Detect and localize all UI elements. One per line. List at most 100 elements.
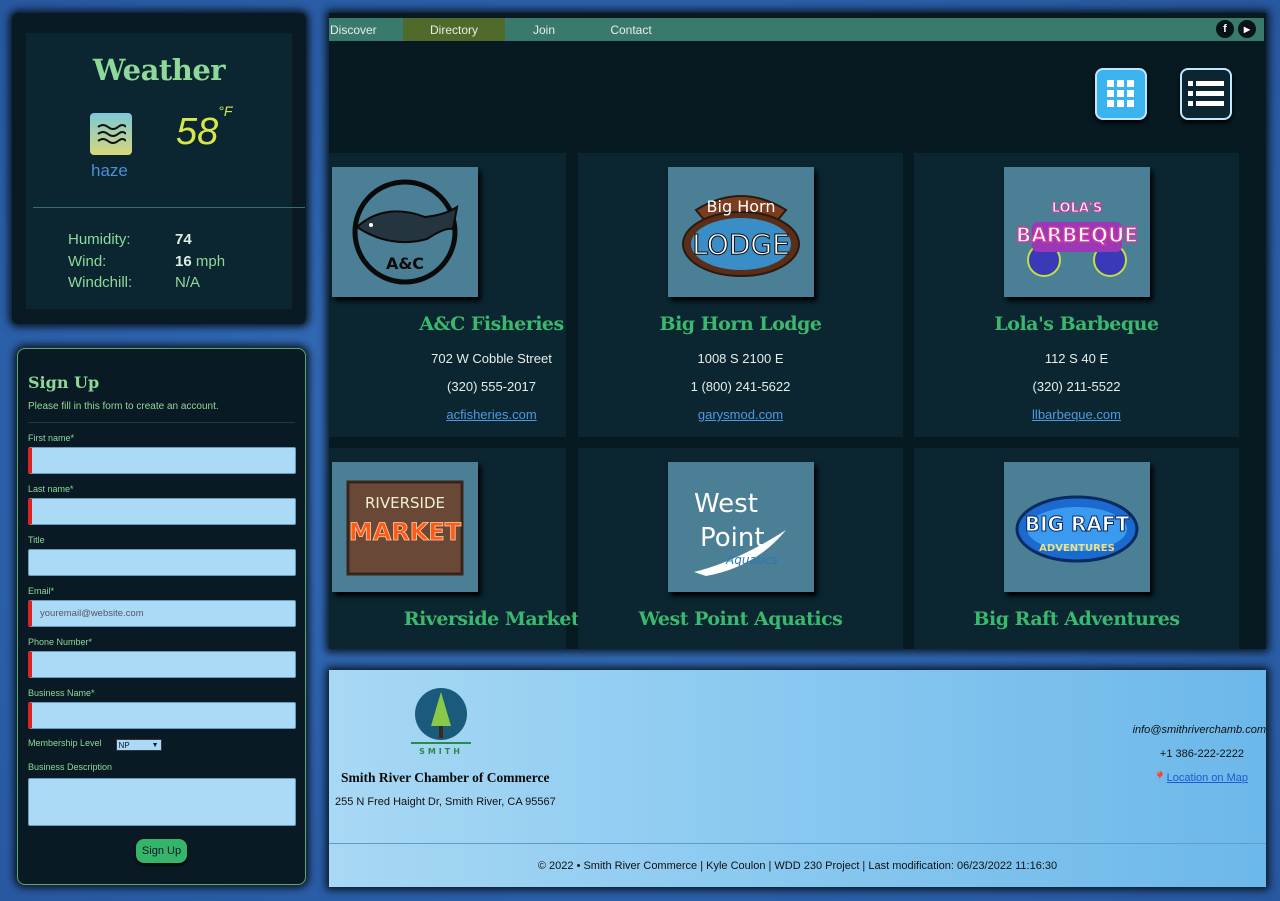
signup-title: Sign Up <box>28 373 100 392</box>
bbq-logo-text: LOLA'S <box>1052 201 1103 216</box>
haze-icon <box>90 113 132 155</box>
weather-card: Weather haze 58°F Humidity: 74 Wind: 16 … <box>26 33 305 309</box>
nav-discover[interactable]: Discover <box>329 18 403 41</box>
business-name: West Point Aquatics <box>638 608 843 630</box>
membership-value: NP <box>118 740 130 750</box>
business-card: Big Horn LODGE Big Horn Lodge 1008 S 210… <box>578 153 903 437</box>
humidity-value: 74 <box>175 231 192 248</box>
lodge-logo-text: Big Horn <box>707 197 776 216</box>
fish-logo: A&C <box>332 167 478 297</box>
contact-email[interactable]: info@smithriverchamb.com <box>1066 724 1266 748</box>
business-card: BIG RAFT ADVENTURES Big Raft Adventures <box>914 448 1239 649</box>
fish-logo-text: A&C <box>386 254 424 273</box>
business-name: Big Horn Lodge <box>659 313 822 335</box>
temperature-unit: °F <box>218 103 233 120</box>
weather-divider <box>33 207 305 208</box>
copyright: © 2022 • Smith River Commerce | Kyle Cou… <box>537 860 1058 872</box>
weather-panel: Weather haze 58°F Humidity: 74 Wind: 16 … <box>12 13 306 324</box>
phone-input[interactable] <box>28 651 296 678</box>
social-links: f ▶ <box>1216 20 1256 38</box>
business-name-label: Business Name* <box>28 688 95 698</box>
business-name: Big Raft Adventures <box>973 608 1180 630</box>
lodge-logo: Big Horn LODGE <box>668 167 814 297</box>
nav-bar: Discover Directory Join Contact f ▶ <box>329 18 1264 41</box>
weather-stats: Humidity: 74 Wind: 16 mph Windchill: N/A <box>68 229 225 294</box>
grid-icon <box>1107 80 1134 107</box>
signup-form: Sign Up Please fill in this form to crea… <box>17 348 306 885</box>
business-address: 1008 S 2100 E <box>697 351 784 366</box>
bbq-logo-text2: BARBEQUE <box>1016 223 1138 247</box>
windchill-label: Windchill: <box>68 274 133 291</box>
phone-label: Phone Number* <box>28 637 93 647</box>
description-input[interactable] <box>28 778 296 826</box>
first-name-input[interactable] <box>28 447 296 474</box>
windchill-value: N/A <box>175 274 201 291</box>
grid-view-button[interactable] <box>1095 68 1147 120</box>
business-card: LOLA'S BARBEQUE Lola's Barbeque 112 S 40… <box>914 153 1239 437</box>
chevron-down-icon: ▼ <box>151 741 159 749</box>
chamber-logo: SMITH <box>411 686 471 760</box>
lodge-logo-text2: LODGE <box>692 228 790 261</box>
wind-row: Wind: 16 mph <box>68 251 225 273</box>
nav-join[interactable]: Join <box>505 18 583 41</box>
contact-info: info@smithriverchamb.com +1 386-222-2222… <box>1066 724 1266 795</box>
market-logo: RIVERSIDE MARKET <box>332 462 478 592</box>
market-logo-text2: MARKET <box>349 518 462 546</box>
list-view-button[interactable] <box>1180 68 1232 120</box>
business-phone: 1 (800) 241-5622 <box>690 379 791 394</box>
footer-divider <box>329 843 1266 844</box>
nav-contact[interactable]: Contact <box>583 18 679 41</box>
business-card: RIVERSIDE MARKET Riverside Market <box>329 448 580 649</box>
membership-row: Membership Level NP ▼ <box>28 738 295 752</box>
map-link[interactable]: Location on Map <box>1167 772 1248 784</box>
business-website-link[interactable]: garysmod.com <box>578 407 903 422</box>
first-name-label: First name* <box>28 433 75 443</box>
market-logo-text: RIVERSIDE <box>365 494 445 512</box>
nav-directory[interactable]: Directory <box>403 18 505 41</box>
title-label: Title <box>28 535 45 545</box>
chamber-logo-text: SMITH <box>419 747 463 756</box>
map-row: 📍Location on Map <box>1066 771 1266 795</box>
last-name-label: Last name* <box>28 484 74 494</box>
list-icon <box>1188 81 1224 106</box>
weather-title: Weather <box>92 53 226 87</box>
email-label: Email* <box>28 586 55 596</box>
business-phone: (320) 211-5522 <box>1032 379 1121 394</box>
directory-panel: Discover Directory Join Contact f ▶ A&C … <box>329 13 1266 649</box>
wind-value: 16 <box>175 252 192 270</box>
footer: SMITH Smith River Chamber of Commerce 25… <box>329 670 1266 887</box>
raft-logo-text2: ADVENTURES <box>1039 543 1115 554</box>
business-name-input[interactable] <box>28 702 296 729</box>
business-card: West Point Aquatics West Point Aquatics <box>578 448 903 649</box>
wind-unit: mph <box>195 252 226 270</box>
business-website-link[interactable]: llbarbeque.com <box>914 407 1239 422</box>
weather-condition: haze <box>91 161 128 180</box>
signup-subtitle: Please fill in this form to create an ac… <box>28 401 295 423</box>
org-name: Smith River Chamber of Commerce <box>341 770 550 785</box>
description-label: Business Description <box>28 762 113 772</box>
business-address: 112 S 40 E <box>1044 351 1109 366</box>
membership-label: Membership Level <box>28 738 102 748</box>
windchill-row: Windchill: N/A <box>68 272 225 294</box>
aquatics-logo-text2: Point <box>700 523 765 553</box>
humidity-row: Humidity: 74 <box>68 229 225 251</box>
email-input[interactable]: youremail@website.com <box>28 600 296 627</box>
youtube-icon[interactable]: ▶ <box>1238 20 1256 38</box>
business-card: A&C A&C Fisheries 702 W Cobble Street (3… <box>329 153 566 437</box>
weather-temperature: 58°F <box>176 103 233 153</box>
membership-select[interactable]: NP ▼ <box>115 739 162 751</box>
aquatics-logo-text: West <box>694 489 758 519</box>
facebook-icon[interactable]: f <box>1216 20 1234 38</box>
title-input[interactable] <box>28 549 296 576</box>
aquatics-logo-text3: Aquatics <box>725 553 778 567</box>
business-name: Lola's Barbeque <box>994 313 1159 335</box>
humidity-label: Humidity: <box>68 231 131 248</box>
org-address: 255 N Fred Haight Dr, Smith River, CA 95… <box>335 796 556 808</box>
last-name-input[interactable] <box>28 498 296 525</box>
raft-logo-text: BIG RAFT <box>1025 512 1130 536</box>
aquatics-logo: West Point Aquatics <box>668 462 814 592</box>
wind-label: Wind: <box>68 252 107 270</box>
signup-button[interactable]: Sign Up <box>136 839 187 863</box>
map-pin-icon: 📍 <box>1152 772 1167 784</box>
contact-phone: +1 386-222-2222 <box>1159 747 1244 760</box>
